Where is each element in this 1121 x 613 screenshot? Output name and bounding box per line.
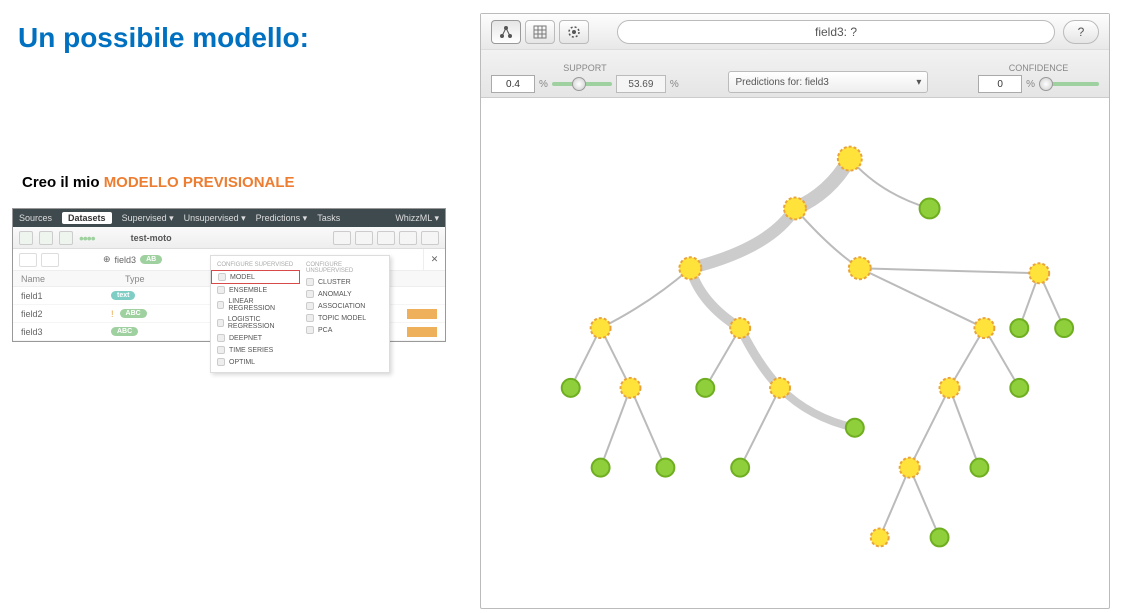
association-icon bbox=[306, 302, 314, 310]
support-label: SUPPORT bbox=[563, 63, 606, 73]
view-switcher bbox=[491, 20, 589, 44]
dd-logistic-regression[interactable]: LOGISTIC REGRESSION bbox=[211, 314, 300, 332]
pct-label: % bbox=[670, 79, 679, 90]
dataset-header: •••• test-moto bbox=[13, 227, 445, 249]
field-type-pill: ABC bbox=[111, 327, 138, 336]
topic-icon bbox=[306, 314, 314, 322]
confidence-slider[interactable] bbox=[1039, 82, 1099, 86]
scatter-icon[interactable] bbox=[41, 253, 59, 267]
chevron-down-icon: ▾ bbox=[916, 77, 921, 88]
cluster-icon bbox=[306, 278, 314, 286]
branch-icon[interactable] bbox=[39, 231, 53, 245]
histogram-icon[interactable] bbox=[333, 231, 351, 245]
dd-topic-model[interactable]: TOPIC MODEL bbox=[300, 312, 389, 324]
list-view-icon[interactable] bbox=[19, 253, 37, 267]
tree-view-button[interactable] bbox=[491, 20, 521, 44]
table-view-button[interactable] bbox=[525, 20, 555, 44]
code-icon[interactable] bbox=[399, 231, 417, 245]
help-button[interactable]: ? bbox=[1063, 20, 1099, 44]
dd-pca[interactable]: PCA bbox=[300, 324, 389, 336]
predictions-control: Predictions for: field3 ▾ bbox=[689, 60, 968, 93]
pct-label: % bbox=[1026, 79, 1035, 90]
tree-view-icon bbox=[498, 25, 514, 39]
field-name: field3 bbox=[21, 327, 111, 337]
dd-anomaly[interactable]: ANOMALY bbox=[300, 288, 389, 300]
logistic-icon bbox=[217, 319, 224, 327]
field-histogram bbox=[407, 309, 437, 319]
tree-canvas[interactable] bbox=[481, 98, 1109, 608]
field-name: field1 bbox=[21, 291, 111, 301]
main-nav: Sources Datasets Supervised ▾ Unsupervis… bbox=[13, 209, 445, 227]
dd-ensemble[interactable]: ENSEMBLE bbox=[211, 284, 300, 296]
timeseries-icon bbox=[217, 346, 225, 354]
dd-time-series[interactable]: TIME SERIES bbox=[211, 344, 300, 356]
support-control: SUPPORT 0.4 % 53.69 % bbox=[491, 63, 679, 93]
table-view-icon bbox=[533, 25, 547, 39]
selected-field-pill: AB bbox=[140, 255, 162, 264]
nav-sources[interactable]: Sources bbox=[19, 213, 52, 223]
decision-tree bbox=[481, 98, 1109, 608]
ensemble-icon bbox=[217, 286, 225, 294]
field-type-pill: text bbox=[111, 291, 135, 300]
slide-title: Un possibile modello: bbox=[18, 22, 309, 54]
warning-icon: ! bbox=[111, 309, 114, 319]
unsupervised-header: CONFIGURE UNSUPERVISED bbox=[300, 260, 389, 276]
supervised-header: CONFIGURE SUPERVISED bbox=[211, 260, 300, 270]
dd-association[interactable]: ASSOCIATION bbox=[300, 300, 389, 312]
nav-whizzml[interactable]: WhizzML ▾ bbox=[395, 213, 439, 224]
field-histogram bbox=[407, 327, 437, 337]
dd-linear-regression[interactable]: LINEAR REGRESSION bbox=[211, 296, 300, 314]
info-icon[interactable] bbox=[421, 231, 439, 245]
support-input[interactable]: 0.4 bbox=[491, 75, 535, 93]
deepnet-icon bbox=[217, 334, 225, 342]
nav-predictions[interactable]: Predictions ▾ bbox=[256, 213, 308, 224]
close-button[interactable]: ✕ bbox=[423, 249, 445, 270]
anomaly-icon bbox=[306, 290, 314, 298]
tree-top-bar: field3: ? ? bbox=[481, 14, 1109, 50]
confidence-label: CONFIDENCE bbox=[1009, 63, 1069, 73]
optiml-icon bbox=[217, 358, 225, 366]
pct-label: % bbox=[539, 79, 548, 90]
slider-knob[interactable] bbox=[572, 77, 586, 91]
status-dots-icon: •••• bbox=[79, 230, 95, 246]
nav-supervised[interactable]: Supervised ▾ bbox=[122, 213, 174, 224]
target-icon: ⊕ bbox=[103, 254, 111, 265]
dd-deepnet[interactable]: DEEPNET bbox=[211, 332, 300, 344]
pca-icon bbox=[306, 326, 314, 334]
dd-optiml[interactable]: OPTIML bbox=[211, 356, 300, 368]
model-icon bbox=[218, 273, 226, 281]
path-display: field3: ? bbox=[617, 20, 1055, 44]
predictions-label: Predictions for: field3 bbox=[735, 77, 828, 88]
gear-dropdown-icon[interactable] bbox=[355, 231, 373, 245]
subtitle-highlight: MODELLO PREVISIONALE bbox=[104, 174, 295, 191]
subtitle: Creo il mio MODELLO PREVISIONALE bbox=[22, 174, 295, 191]
support-slider[interactable] bbox=[552, 82, 612, 86]
sunburst-view-button[interactable] bbox=[559, 20, 589, 44]
download-icon[interactable] bbox=[377, 231, 395, 245]
sunburst-view-icon bbox=[566, 24, 582, 40]
dd-cluster[interactable]: CLUSTER bbox=[300, 276, 389, 288]
selected-field: field3 bbox=[115, 255, 137, 265]
linear-icon bbox=[217, 301, 224, 309]
tree-panel: field3: ? ? SUPPORT 0.4 % 53.69 % Predic… bbox=[480, 13, 1110, 609]
settings-icon[interactable] bbox=[59, 231, 73, 245]
configure-dropdown: CONFIGURE SUPERVISED MODEL ENSEMBLE LINE… bbox=[210, 255, 390, 373]
tree-controls: SUPPORT 0.4 % 53.69 % Predictions for: f… bbox=[481, 50, 1109, 98]
nav-tasks[interactable]: Tasks bbox=[317, 213, 340, 223]
cloud-upload-icon[interactable] bbox=[19, 231, 33, 245]
dd-model[interactable]: MODEL bbox=[211, 270, 300, 284]
nav-unsupervised[interactable]: Unsupervised ▾ bbox=[184, 213, 246, 224]
field-name: field2 bbox=[21, 309, 111, 319]
predictions-select[interactable]: Predictions for: field3 ▾ bbox=[728, 71, 928, 93]
subtitle-prefix: Creo il mio bbox=[22, 174, 104, 191]
col-type: Type bbox=[125, 274, 145, 284]
support-readonly: 53.69 bbox=[616, 75, 666, 93]
dataset-name: test-moto bbox=[131, 233, 172, 243]
confidence-input[interactable]: 0 bbox=[978, 75, 1022, 93]
nav-datasets[interactable]: Datasets bbox=[62, 212, 112, 224]
confidence-control: CONFIDENCE 0 % bbox=[978, 63, 1099, 93]
slider-knob[interactable] bbox=[1039, 77, 1053, 91]
field-type-pill: ABC bbox=[120, 309, 147, 318]
col-name: Name bbox=[21, 274, 45, 284]
